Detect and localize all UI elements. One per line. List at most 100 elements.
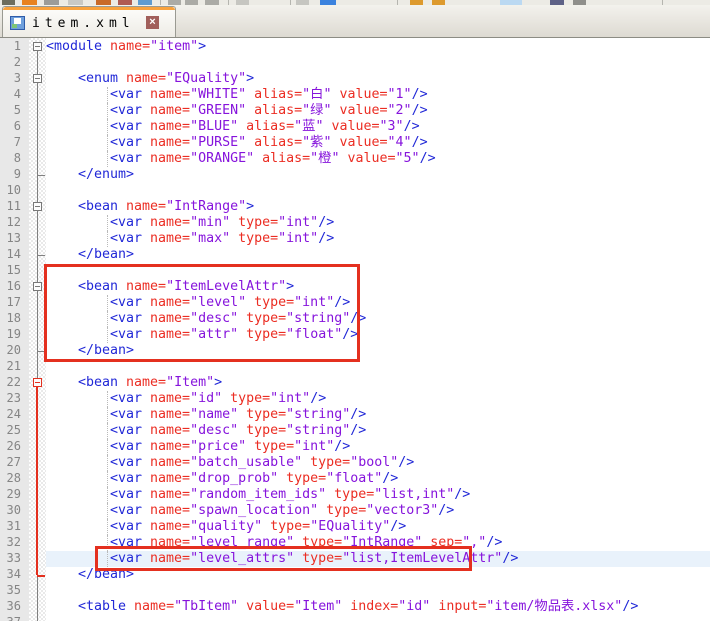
xml-value-token: "int" (294, 439, 334, 454)
code-line-36[interactable]: <table name="TbItem" value="Item" index=… (46, 599, 710, 615)
code-line-28[interactable]: <var name="drop_prob" type="float"/> (46, 471, 710, 487)
code-line-26[interactable]: <var name="price" type="int"/> (46, 439, 710, 455)
code-line-35[interactable] (46, 583, 710, 599)
code-line-14[interactable]: </bean> (46, 247, 710, 263)
code-line-5[interactable]: <var name="GREEN" alias="绿" value="2"/> (46, 103, 710, 119)
code-line-25[interactable]: <var name="desc" type="string"/> (46, 423, 710, 439)
indent-guide (107, 503, 108, 519)
code-line-2[interactable] (46, 55, 710, 71)
xml-value-token: "GREEN" (190, 103, 246, 118)
xml-attribute-token: alias= (246, 103, 302, 118)
fold-collapse-icon[interactable] (33, 282, 42, 291)
xml-value-token: "float" (326, 471, 382, 486)
line-number: 16 (0, 278, 29, 294)
xml-tag-token: /> (382, 471, 398, 486)
xml-value-token: "WHITE" (190, 87, 246, 102)
fold-collapse-icon-highlighted[interactable] (33, 378, 42, 387)
xml-attribute-token: value= (331, 135, 387, 150)
code-line-31[interactable]: <var name="quality" type="EQuality"/> (46, 519, 710, 535)
xml-value-token: "4" (388, 135, 412, 150)
indent-guide (107, 295, 108, 311)
tab-close-icon[interactable]: × (146, 16, 159, 29)
tab-title: item.xml (32, 16, 135, 31)
xml-attribute-token: type= (238, 311, 286, 326)
code-line-20[interactable]: </bean> (46, 343, 710, 359)
xml-attribute-token: type= (294, 551, 342, 566)
code-line-29[interactable]: <var name="random_item_ids" type="list,i… (46, 487, 710, 503)
code-line-3[interactable]: <enum name="EQuality"> (46, 71, 710, 87)
code-area[interactable]: <module name="item"> <enum name="EQuality… (46, 39, 710, 621)
xml-value-token: "绿" (302, 103, 331, 118)
code-line-27[interactable]: <var name="batch_usable" type="bool"/> (46, 455, 710, 471)
xml-attribute-token: name= (142, 519, 190, 534)
code-line-22[interactable]: <bean name="Item"> (46, 375, 710, 391)
code-line-16[interactable]: <bean name="ItemLevelAttr"> (46, 279, 710, 295)
xml-tag-token: <bean (78, 279, 118, 294)
editor-area[interactable]: 1234567891011121314151617181920212223242… (0, 38, 710, 621)
xml-tag-token: /> (350, 423, 366, 438)
code-line-12[interactable]: <var name="min" type="int"/> (46, 215, 710, 231)
code-line-30[interactable]: <var name="spawn_location" type="vector3… (46, 503, 710, 519)
xml-attribute-token: name= (142, 423, 190, 438)
code-line-6[interactable]: <var name="BLUE" alias="蓝" value="3"/> (46, 119, 710, 135)
xml-tag-token: /> (334, 295, 350, 310)
xml-value-token: "price" (190, 439, 246, 454)
xml-value-token: "白" (302, 87, 331, 102)
line-number: 34 (0, 566, 29, 582)
xml-value-token: "drop_prob" (190, 471, 278, 486)
xml-value-token: "BLUE" (190, 119, 238, 134)
code-line-13[interactable]: <var name="max" type="int"/> (46, 231, 710, 247)
xml-value-token: "," (462, 535, 486, 550)
fold-collapse-icon[interactable] (33, 74, 42, 83)
fold-collapse-icon[interactable] (33, 202, 42, 211)
xml-tag-token: /> (412, 135, 428, 150)
xml-tag-token: <var (110, 503, 142, 518)
code-line-11[interactable]: <bean name="IntRange"> (46, 199, 710, 215)
fold-end-marker (37, 255, 45, 256)
xml-attribute-token: sep= (422, 535, 462, 550)
xml-value-token: "蓝" (294, 119, 323, 134)
xml-value-token: "spawn_location" (190, 503, 318, 518)
fold-end-marker (37, 175, 45, 176)
code-line-9[interactable]: </enum> (46, 167, 710, 183)
code-line-18[interactable]: <var name="desc" type="string"/> (46, 311, 710, 327)
code-line-15[interactable] (46, 263, 710, 279)
fold-collapse-icon[interactable] (33, 42, 42, 51)
tab-item-xml[interactable]: item.xml × (2, 6, 176, 37)
code-line-34[interactable]: </bean> (46, 567, 710, 583)
code-line-7[interactable]: <var name="PURSE" alias="紫" value="4"/> (46, 135, 710, 151)
code-line-21[interactable] (46, 359, 710, 375)
xml-value-token: "EQuality" (166, 71, 246, 86)
code-line-4[interactable]: <var name="WHITE" alias="白" value="1"/> (46, 87, 710, 103)
code-line-33[interactable]: <var name="level_attrs" type="list,ItemL… (46, 551, 710, 567)
indent-guide (107, 487, 108, 503)
xml-tag-token: <table (78, 599, 126, 614)
xml-attribute-token: name= (142, 231, 190, 246)
code-line-8[interactable]: <var name="ORANGE" alias="橙" value="5"/> (46, 151, 710, 167)
xml-tag-token: <var (110, 487, 142, 502)
xml-attribute-token: type= (246, 295, 294, 310)
xml-tag-token: <var (110, 439, 142, 454)
xml-attribute-token: name= (142, 119, 190, 134)
code-line-37[interactable] (46, 615, 710, 621)
line-number: 7 (0, 134, 29, 150)
code-line-32[interactable]: <var name="level_range" type="IntRange" … (46, 535, 710, 551)
code-line-17[interactable]: <var name="level" type="int"/> (46, 295, 710, 311)
code-line-1[interactable]: <module name="item"> (46, 39, 710, 55)
code-line-24[interactable]: <var name="name" type="string"/> (46, 407, 710, 423)
xml-attribute-token: name= (142, 135, 190, 150)
xml-attribute-token: alias= (238, 119, 294, 134)
indent-guide (107, 535, 108, 551)
saved-file-icon (10, 16, 25, 30)
xml-value-token: "item" (150, 39, 198, 54)
active-tab-highlight (3, 7, 175, 10)
xml-attribute-token: type= (230, 215, 278, 230)
xml-attribute-token: name= (142, 311, 190, 326)
code-line-10[interactable] (46, 183, 710, 199)
xml-value-token: "bool" (350, 455, 398, 470)
line-number: 2 (0, 54, 29, 70)
code-line-19[interactable]: <var name="attr" type="float"/> (46, 327, 710, 343)
xml-tag-token: /> (342, 327, 358, 342)
code-line-23[interactable]: <var name="id" type="int"/> (46, 391, 710, 407)
xml-tag-token: > (214, 375, 222, 390)
